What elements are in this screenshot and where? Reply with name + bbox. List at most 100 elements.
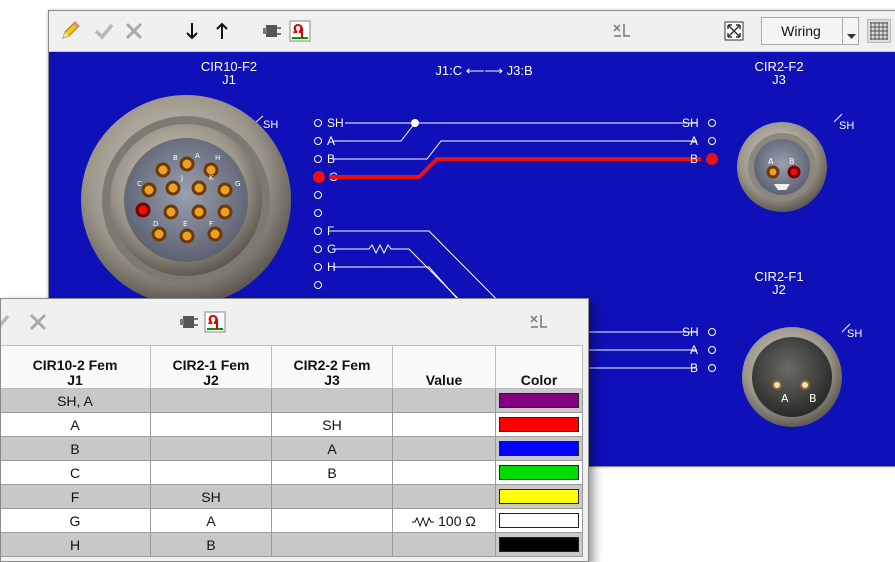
table-toolbar: Ω xyxy=(1,299,588,345)
cell-value[interactable]: 100 Ω xyxy=(392,508,496,533)
svg-text:C: C xyxy=(137,180,142,188)
j2-shield-label: SH xyxy=(847,328,862,340)
wire-color-swatch xyxy=(499,465,579,480)
view-mode-select[interactable]: Wiring xyxy=(761,17,859,45)
connector-j1-image[interactable]: B A H C J K G D E F xyxy=(81,95,291,305)
j1-pin-list: SHAB CFGH xyxy=(313,116,344,307)
fit-screen-icon[interactable] xyxy=(721,18,747,44)
cell-j2[interactable]: B xyxy=(150,532,272,557)
cell-j3[interactable] xyxy=(271,532,393,557)
svg-text:B: B xyxy=(809,392,817,405)
cell-j1[interactable]: C xyxy=(1,460,151,485)
table-row[interactable]: G A 100 Ω xyxy=(1,508,583,533)
cell-j2[interactable] xyxy=(150,460,272,485)
wire-color-swatch xyxy=(499,441,579,456)
cell-j3[interactable] xyxy=(271,508,393,533)
connector-icon[interactable] xyxy=(259,18,285,44)
column-header-value-label: Value xyxy=(425,372,463,388)
column-header-j2-part: CIR2-1 Fem xyxy=(172,357,250,373)
svg-text:G: G xyxy=(235,180,240,188)
close-icon[interactable] xyxy=(121,18,147,44)
svg-text:A: A xyxy=(768,157,774,166)
check-icon[interactable] xyxy=(1,309,13,335)
column-header-j1-part: CIR10-2 Fem xyxy=(32,357,118,373)
cell-color[interactable] xyxy=(495,412,583,437)
cell-color[interactable] xyxy=(495,484,583,509)
j3-shield-label: SH xyxy=(839,120,854,132)
connector-icon[interactable] xyxy=(176,309,202,335)
split-view-icon[interactable] xyxy=(609,18,635,44)
cell-j2[interactable]: A xyxy=(150,508,272,533)
cell-color[interactable] xyxy=(495,436,583,461)
cell-j1[interactable]: G xyxy=(1,508,151,533)
cell-j1[interactable]: A xyxy=(1,412,151,437)
svg-text:SH: SH xyxy=(682,116,699,130)
connector-j3-image[interactable]: A B xyxy=(737,113,843,212)
wire-color-swatch xyxy=(499,489,579,504)
ohm-meter-icon[interactable]: Ω xyxy=(287,18,313,44)
cell-color[interactable] xyxy=(495,508,583,533)
cell-value[interactable] xyxy=(392,484,496,509)
wire-color-swatch xyxy=(499,393,579,408)
main-toolbar: Ω Wiring xyxy=(49,11,895,52)
arrow-down-icon[interactable] xyxy=(179,18,205,44)
cell-j2[interactable] xyxy=(150,388,272,413)
close-icon[interactable] xyxy=(25,309,51,335)
cell-j3[interactable] xyxy=(271,484,393,509)
grid-icon[interactable] xyxy=(866,18,892,44)
cell-j2[interactable] xyxy=(150,412,272,437)
cell-value[interactable] xyxy=(392,412,496,437)
table-row[interactable]: BA xyxy=(1,436,583,461)
ohm-meter-icon[interactable]: Ω xyxy=(202,309,228,335)
table-row[interactable]: A SH xyxy=(1,412,583,437)
svg-text:F: F xyxy=(209,220,213,228)
split-view-icon[interactable] xyxy=(526,309,552,335)
cell-j3[interactable]: SH xyxy=(271,412,393,437)
column-header-j3-part: CIR2-2 Fem xyxy=(293,357,371,373)
wire-list-table: CIR10-2 Fem J1 CIR2-1 Fem J2 CIR2-2 Fem … xyxy=(1,345,583,557)
check-icon[interactable] xyxy=(91,18,117,44)
chevron-down-icon[interactable] xyxy=(842,18,860,44)
cell-j3[interactable] xyxy=(271,388,393,413)
cell-color[interactable] xyxy=(495,460,583,485)
column-header-j3[interactable]: CIR2-2 Fem J3 xyxy=(271,345,393,389)
column-header-value[interactable]: Value xyxy=(392,345,496,389)
cell-j1[interactable]: B xyxy=(1,436,151,461)
table-row[interactable]: HB xyxy=(1,532,583,557)
column-header-j1[interactable]: CIR10-2 Fem J1 xyxy=(1,345,151,389)
pencil-icon[interactable] xyxy=(57,18,83,44)
svg-text:A: A xyxy=(195,152,200,160)
cell-color[interactable] xyxy=(495,388,583,413)
cell-value[interactable] xyxy=(392,388,496,413)
svg-text:A: A xyxy=(690,134,698,148)
cell-j2[interactable]: SH xyxy=(150,484,272,509)
cell-j1[interactable]: H xyxy=(1,532,151,557)
cell-j3[interactable]: B xyxy=(271,460,393,485)
wire-list-window: Ω CIR10-2 Fem J1 CIR2-1 Fem J2 CIR2-2 Fe… xyxy=(0,298,589,562)
cell-value[interactable] xyxy=(392,436,496,461)
column-header-color[interactable]: Color xyxy=(495,345,583,389)
svg-text:SH: SH xyxy=(327,116,344,130)
svg-text:B: B xyxy=(690,361,698,375)
arrow-up-icon[interactable] xyxy=(209,18,235,44)
cell-j2[interactable] xyxy=(150,436,272,461)
table-row[interactable]: CB xyxy=(1,460,583,485)
cell-j1[interactable]: F xyxy=(1,484,151,509)
connector-j2-image[interactable]: A B xyxy=(742,323,851,427)
column-header-color-label: Color xyxy=(520,372,558,388)
highlighted-wire[interactable] xyxy=(329,157,701,179)
cell-j1[interactable]: SH, A xyxy=(1,388,151,413)
wire-color-swatch xyxy=(499,537,579,552)
svg-text:B: B xyxy=(789,157,795,166)
svg-text:A: A xyxy=(781,392,789,405)
cell-value[interactable] xyxy=(392,532,496,557)
column-header-j2[interactable]: CIR2-1 Fem J2 xyxy=(150,345,272,389)
table-row[interactable]: SH, A xyxy=(1,388,583,413)
cell-color[interactable] xyxy=(495,532,583,557)
splice-junction xyxy=(411,119,419,127)
cell-value[interactable] xyxy=(392,460,496,485)
svg-text:E: E xyxy=(183,220,187,228)
cell-j3[interactable]: A xyxy=(271,436,393,461)
table-row[interactable]: F SH xyxy=(1,484,583,509)
svg-text:H: H xyxy=(215,154,220,162)
